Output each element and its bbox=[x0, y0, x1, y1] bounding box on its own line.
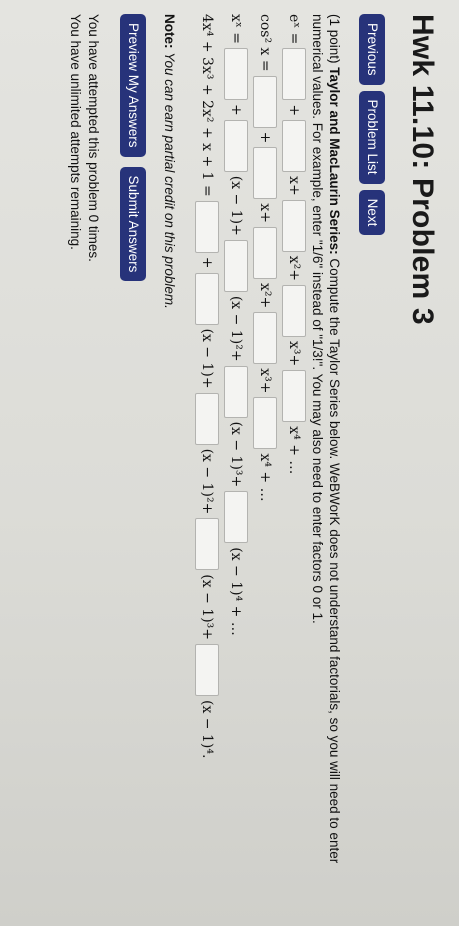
coefficient-input[interactable] bbox=[224, 365, 249, 418]
series-term: (x − 1)⁴ + … bbox=[228, 547, 245, 636]
coefficient-input[interactable] bbox=[282, 48, 307, 101]
coefficient-input[interactable] bbox=[224, 491, 249, 544]
series-row: cos² x = + x+ x²+ x³+ x⁴ + … bbox=[251, 14, 280, 914]
series-term: x+ bbox=[286, 176, 303, 196]
coefficient-input[interactable] bbox=[282, 370, 307, 423]
content: Hwk 11.10: Problem 3 Previous Problem Li… bbox=[66, 14, 439, 914]
series-term: x²+ bbox=[286, 255, 303, 282]
note: Note: You can earn partial credit on thi… bbox=[162, 14, 177, 914]
series-term: (x − 1)³+ bbox=[199, 574, 216, 640]
coefficient-input[interactable] bbox=[224, 119, 249, 172]
series-term: + bbox=[199, 256, 216, 269]
series-lhs: cos² x = bbox=[257, 14, 274, 72]
series-term: (x − 1)³+ bbox=[228, 421, 245, 488]
series-term: x⁴ + … bbox=[257, 453, 274, 502]
page: Hwk 11.10: Problem 3 Previous Problem Li… bbox=[0, 0, 459, 926]
note-text: You can earn partial credit on this prob… bbox=[162, 52, 177, 309]
series-lhs: eˣ = bbox=[286, 14, 303, 45]
series-rows: eˣ = + x+ x²+ x³+ x⁴ + … cos² x = + x+ x²+ x³+ x⁴ +… bbox=[193, 14, 309, 914]
coefficient-input[interactable] bbox=[195, 272, 220, 325]
series-row: xˣ = + (x − 1)+ (x − 1)²+ (x − 1)³+ (x − 1)⁴ … bbox=[222, 14, 251, 914]
series-term: x²+ bbox=[257, 282, 274, 309]
series-term: (x − 1)²+ bbox=[228, 295, 245, 362]
series-term: + bbox=[257, 131, 274, 144]
coefficient-input[interactable] bbox=[195, 644, 220, 696]
coefficient-input[interactable] bbox=[195, 392, 220, 445]
note-label: Note: bbox=[162, 14, 177, 49]
previous-button[interactable]: Previous bbox=[359, 14, 385, 85]
coefficient-input[interactable] bbox=[253, 226, 278, 279]
problem-nav: Previous Problem List Next bbox=[359, 14, 385, 914]
coefficient-input[interactable] bbox=[253, 312, 278, 365]
series-row: eˣ = + x+ x²+ x³+ x⁴ + … bbox=[280, 14, 309, 914]
series-term: x⁴ + … bbox=[286, 426, 303, 475]
attempts-text: You have attempted this problem 0 times. bbox=[86, 14, 101, 262]
series-term: (x − 1)²+ bbox=[199, 448, 216, 515]
coefficient-input[interactable] bbox=[253, 75, 278, 128]
answer-actions: Preview My Answers Submit Answers bbox=[120, 14, 146, 914]
coefficient-input[interactable] bbox=[282, 120, 307, 173]
series-term: + bbox=[286, 104, 303, 117]
series-term: (x − 1)+ bbox=[228, 175, 245, 236]
series-term: (x − 1)+ bbox=[199, 328, 216, 389]
coefficient-input[interactable] bbox=[224, 239, 249, 292]
coefficient-input[interactable] bbox=[253, 397, 278, 450]
series-term: x+ bbox=[257, 203, 274, 223]
coefficient-input[interactable] bbox=[282, 199, 307, 252]
attempt-status: You have attempted this problem 0 times.… bbox=[66, 14, 102, 914]
coefficient-input[interactable] bbox=[195, 200, 220, 253]
series-lhs: 4x⁴ + 3x³ + 2x² + x + 1 = bbox=[199, 14, 216, 197]
series-row: 4x⁴ + 3x³ + 2x² + x + 1 = + (x − 1)+ (x − 1… bbox=[193, 14, 222, 914]
series-term: + bbox=[228, 104, 245, 116]
series-term: x³+ bbox=[286, 341, 303, 367]
series-term: (x − 1)⁴. bbox=[199, 700, 216, 759]
problem-statement: (1 point) Taylor and MacLaurin Series: C… bbox=[309, 14, 343, 914]
preview-answers-button[interactable]: Preview My Answers bbox=[120, 14, 146, 157]
coefficient-input[interactable] bbox=[253, 147, 278, 200]
coefficient-input[interactable] bbox=[195, 518, 220, 571]
coefficient-input[interactable] bbox=[224, 48, 249, 101]
problem-list-button[interactable]: Problem List bbox=[359, 90, 385, 184]
series-term: x³+ bbox=[257, 368, 274, 394]
points-label: (1 point) bbox=[327, 14, 342, 64]
next-button[interactable]: Next bbox=[359, 189, 385, 236]
submit-answers-button[interactable]: Submit Answers bbox=[120, 166, 146, 282]
page-title: Hwk 11.10: Problem 3 bbox=[406, 14, 439, 325]
problem-heading: Taylor and MacLaurin Series: bbox=[327, 67, 342, 255]
series-lhs: xˣ = bbox=[228, 14, 245, 45]
coefficient-input[interactable] bbox=[282, 285, 307, 338]
remaining-text: You have unlimited attempts remaining. bbox=[68, 14, 83, 250]
